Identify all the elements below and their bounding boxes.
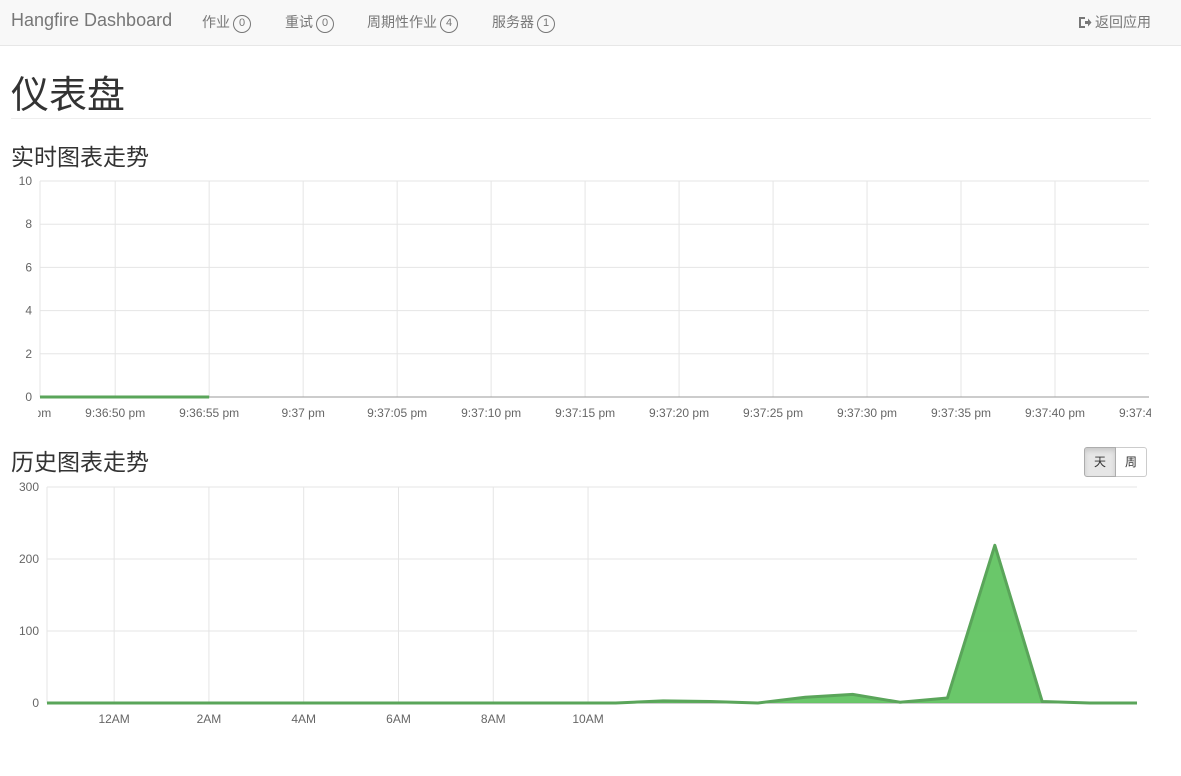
nav-item-retries[interactable]: 重试 0	[285, 12, 334, 33]
back-to-site-label: 返回应用	[1095, 14, 1151, 30]
nav-item-label: 重试	[285, 14, 313, 30]
y-tick-label: 200	[19, 552, 39, 566]
count-badge: 4	[440, 15, 458, 33]
realtime-graph-title: 实时图表走势	[11, 144, 149, 170]
history-chart: 0 100 200 300 12AM 2AM 4AM 6AM 8AM 10AM	[19, 480, 1138, 726]
back-to-site-link[interactable]: 返回应用	[1078, 12, 1151, 32]
x-tick-label: 8AM	[481, 712, 506, 726]
y-tick-label: 10	[19, 174, 33, 188]
title-divider	[11, 118, 1151, 119]
x-tick-label: 9:36:45 pm	[0, 406, 51, 420]
x-tick-label: 9:37:10 pm	[461, 406, 521, 420]
series-area	[47, 545, 1137, 703]
count-badge: 0	[233, 15, 251, 33]
x-tick-label: 12AM	[98, 712, 129, 726]
x-tick-label: 9:37 pm	[281, 406, 324, 420]
realtime-chart: 0 2 4 6 8 10 9:36:45 pm 9:36:50 pm 9:36:55 pm 9:3…	[0, 174, 1179, 420]
nav-item-label: 服务器	[492, 14, 534, 30]
nav-item-label: 作业	[202, 14, 230, 30]
x-tick-label: 9:37:15 pm	[555, 406, 615, 420]
x-tick-label: 9:37:25 pm	[743, 406, 803, 420]
x-tick-label: 9:37:30 pm	[837, 406, 897, 420]
x-tick-label: 4AM	[291, 712, 316, 726]
nav-item-recurring-jobs[interactable]: 周期性作业 4	[367, 12, 458, 33]
x-tick-label: 9:37:20 pm	[649, 406, 709, 420]
nav-item-jobs[interactable]: 作业 0	[202, 12, 251, 33]
realtime-chart-body: 0 2 4 6 8 10 9:36:45 pm 9:36:50 pm 9:36:55 pm 9:3…	[0, 174, 1179, 420]
x-tick-label: 6AM	[386, 712, 411, 726]
count-badge: 0	[316, 15, 334, 33]
history-graph-title: 历史图表走势	[11, 449, 149, 475]
y-tick-label: 8	[25, 217, 32, 231]
nav-item-label: 周期性作业	[367, 14, 437, 30]
y-tick-label: 0	[25, 390, 32, 404]
x-tick-label: 9:36:55 pm	[179, 406, 239, 420]
x-tick-label: 2AM	[197, 712, 222, 726]
x-tick-label: 9:36:50 pm	[85, 406, 145, 420]
week-range-button[interactable]: 周	[1116, 447, 1148, 477]
y-tick-label: 2	[25, 347, 32, 361]
x-tick-label: 9:37:40 pm	[1025, 406, 1085, 420]
sign-out-icon	[1079, 17, 1092, 28]
x-tick-label: 9:37:05 pm	[367, 406, 427, 420]
navbar: Hangfire Dashboard 作业 0 重试 0 周期性作业 4 服务器 1 返…	[0, 0, 1181, 46]
y-tick-label: 0	[32, 696, 39, 710]
x-tick-label: 9:37:35 pm	[931, 406, 991, 420]
brand-link[interactable]: Hangfire Dashboard	[11, 10, 172, 31]
x-tick-label: 10AM	[572, 712, 603, 726]
day-range-button[interactable]: 天	[1084, 447, 1117, 477]
y-tick-label: 4	[25, 304, 32, 318]
x-tick-label: 9:37:45 pm	[1119, 406, 1179, 420]
y-tick-label: 6	[25, 260, 32, 274]
nav-item-servers[interactable]: 服务器 1	[492, 12, 555, 33]
count-badge: 1	[537, 15, 555, 33]
y-tick-label: 300	[19, 480, 39, 494]
page-title: 仪表盘	[11, 75, 126, 117]
history-range-toggle: 天 周	[1084, 447, 1148, 477]
y-tick-label: 100	[19, 624, 39, 638]
